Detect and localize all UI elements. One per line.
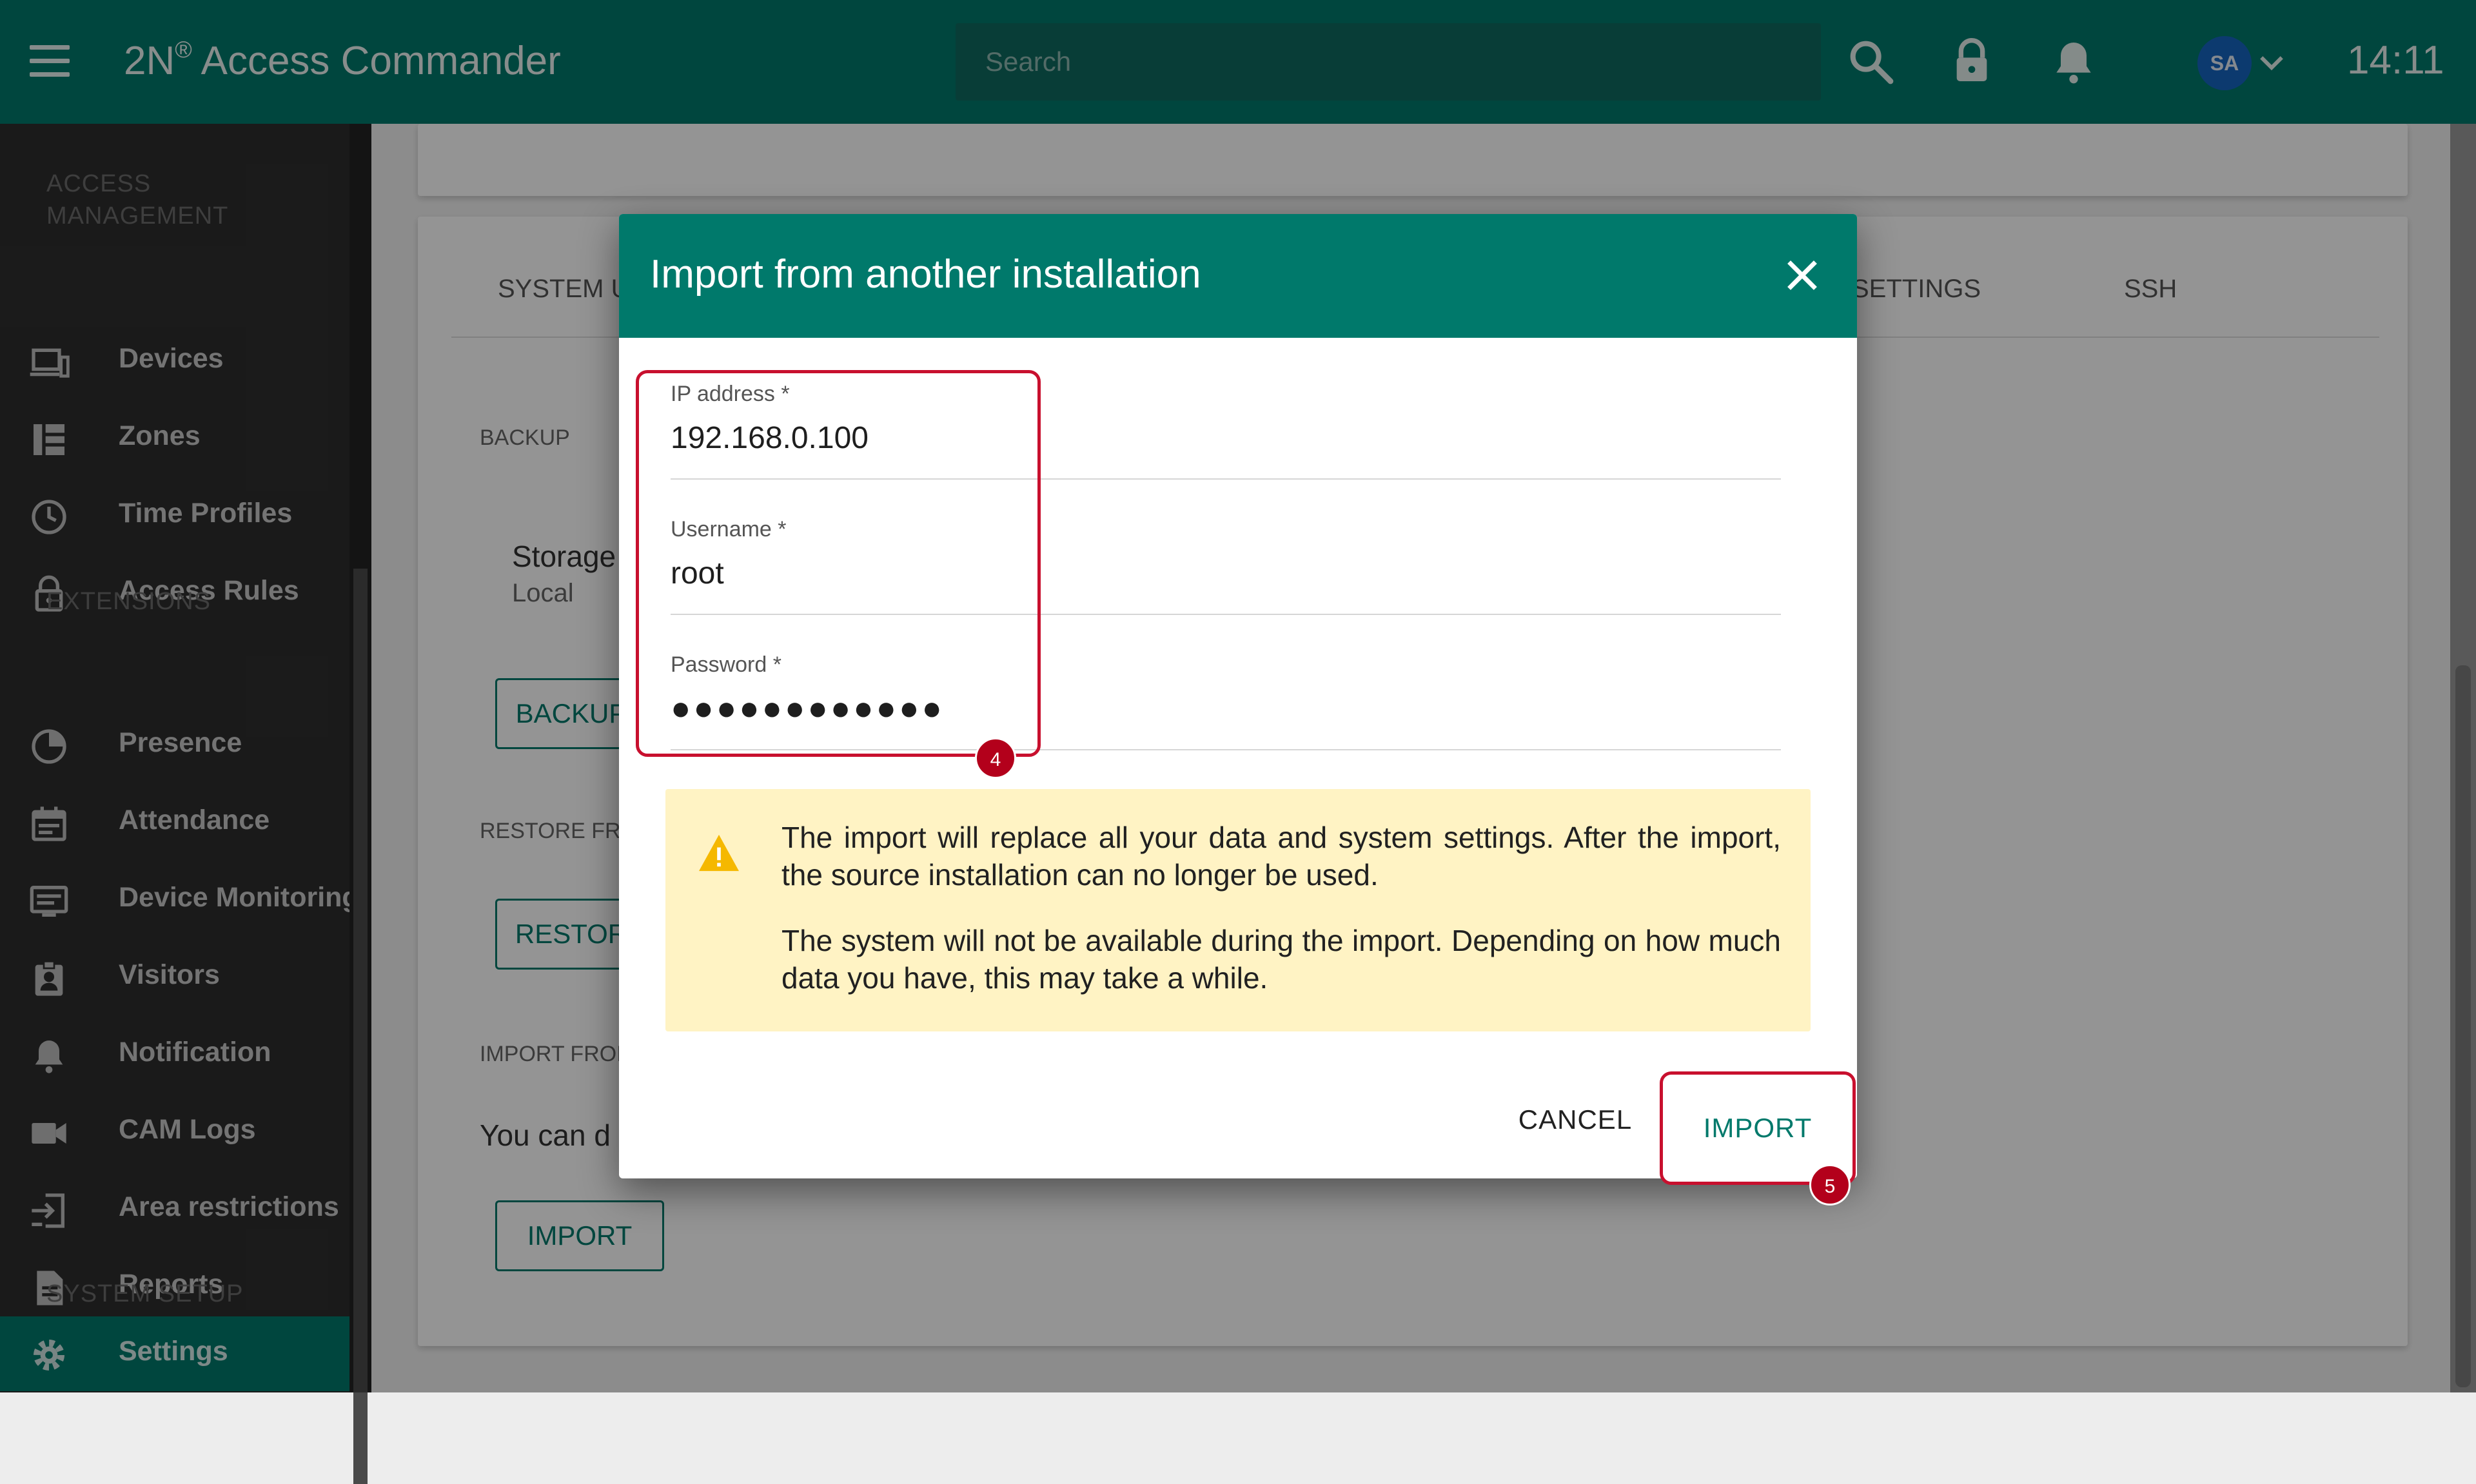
warning-box: The import will replace all your data an… bbox=[665, 789, 1811, 1031]
step-badge-5: 5 bbox=[1809, 1164, 1851, 1206]
close-icon[interactable] bbox=[1780, 253, 1825, 298]
dialog-header: Import from another installation bbox=[619, 214, 1857, 338]
dialog-title: Import from another installation bbox=[650, 252, 1201, 297]
warning-icon bbox=[699, 834, 739, 872]
cancel-button[interactable]: CANCEL bbox=[1508, 1091, 1643, 1149]
warning-paragraph-1: The import will replace all your data an… bbox=[781, 821, 1781, 892]
warning-paragraph-2: The system will not be available during … bbox=[781, 924, 1781, 995]
step-badge-4: 4 bbox=[975, 737, 1016, 779]
import-dialog: Import from another installation IP addr… bbox=[619, 214, 1857, 1206]
step-highlight-credentials bbox=[636, 370, 1041, 757]
